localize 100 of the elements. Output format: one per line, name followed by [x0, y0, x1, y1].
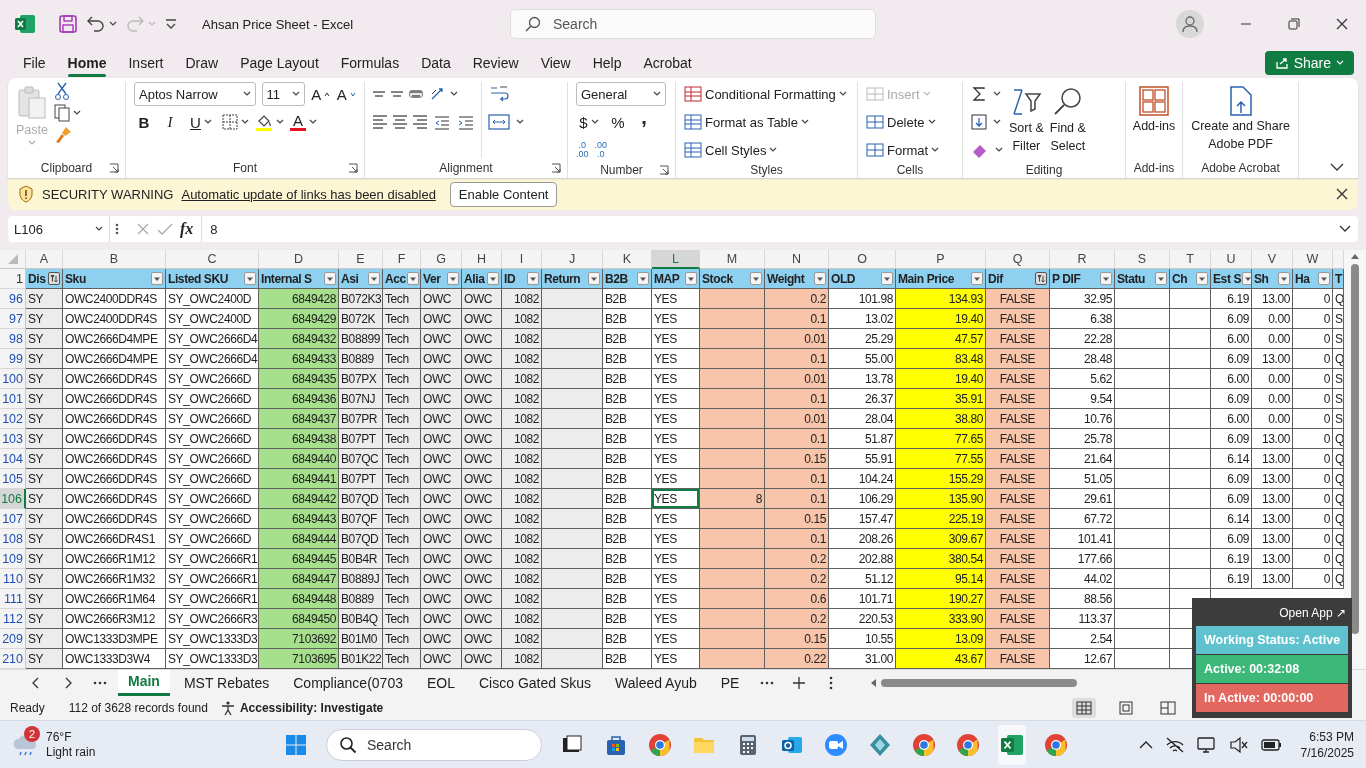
ribbon-tab[interactable]: Draw	[174, 49, 230, 77]
column-header[interactable]: B	[63, 250, 166, 269]
row-number[interactable]: 1	[0, 269, 26, 289]
taskbar-search[interactable]: Search	[326, 728, 542, 761]
column-header[interactable]: T	[1170, 250, 1211, 269]
ribbon-tab[interactable]: Help	[581, 49, 633, 77]
styles-button[interactable]: Format as Table	[684, 110, 849, 134]
row-number[interactable]: 108	[0, 529, 26, 549]
column-header[interactable]: Q	[986, 250, 1050, 269]
sheet-tab[interactable]: Main	[118, 669, 170, 696]
font-name-field[interactable]: Aptos Narrow	[134, 82, 256, 106]
sheet-tab[interactable]: Waleed Ayub	[605, 669, 707, 696]
row-number[interactable]: 107	[0, 509, 26, 529]
column-header[interactable]: G	[421, 250, 462, 269]
column-header[interactable]: C	[166, 250, 259, 269]
row-number[interactable]: 105	[0, 469, 26, 489]
decimal-button[interactable]: .0 .00	[576, 141, 589, 159]
cells-button[interactable]: Delete	[866, 110, 954, 134]
italic-button[interactable]: I	[160, 113, 180, 131]
sheet-tab[interactable]: Cisco Gated Skus	[469, 669, 602, 696]
formula-field[interactable]: 8	[201, 216, 1332, 242]
row-number[interactable]: 101	[0, 389, 26, 409]
table-cell: 5.62	[1050, 369, 1115, 389]
column-header[interactable]: S	[1115, 250, 1170, 269]
name-box[interactable]: L106	[8, 216, 110, 242]
open-app-link[interactable]: Open App ↗	[1279, 600, 1348, 626]
column-header[interactable]: D	[259, 250, 339, 269]
bold-button[interactable]: B	[134, 113, 154, 131]
decrease-font-button[interactable]: A	[336, 85, 356, 103]
column-header[interactable]: O	[829, 250, 896, 269]
column-header[interactable]: R	[1050, 250, 1115, 269]
row-number[interactable]: 110	[0, 569, 26, 589]
number-format-field[interactable]: General	[576, 82, 666, 106]
sort-filter-button[interactable]: Sort & Filter	[1009, 82, 1044, 162]
currency-button[interactable]: $	[576, 113, 602, 131]
column-header[interactable]: U	[1211, 250, 1252, 269]
find-select-button[interactable]: Find & Select	[1049, 82, 1086, 162]
column-header[interactable]: F	[383, 250, 421, 269]
ribbon-tab[interactable]: Data	[410, 49, 462, 77]
percent-button[interactable]: %	[608, 113, 628, 131]
add-ins-button[interactable]: Add-ins	[1132, 82, 1176, 158]
search-field[interactable]: Search	[510, 9, 876, 39]
ribbon-tab[interactable]: Review	[461, 49, 530, 77]
ribbon-tab[interactable]: File	[12, 49, 57, 77]
sheet-tab[interactable]: PE	[710, 669, 750, 696]
column-header[interactable]: I	[502, 250, 542, 269]
column-header[interactable]: E	[339, 250, 383, 269]
row-number[interactable]: 109	[0, 549, 26, 569]
row-number[interactable]: 210	[0, 649, 26, 669]
cells-button[interactable]: Format	[866, 138, 954, 162]
table-cell: Tech	[383, 489, 421, 509]
ribbon-tab[interactable]: Formulas	[329, 49, 411, 77]
warning-link[interactable]: Automatic update of links has been disabled	[181, 186, 436, 202]
ribbon-tab[interactable]: Acrobat	[632, 49, 703, 77]
column-header[interactable]: W	[1293, 250, 1333, 269]
row-number[interactable]: 111	[0, 589, 26, 609]
row-number[interactable]: 106	[0, 489, 26, 509]
column-header[interactable]: H	[462, 250, 502, 269]
row-number[interactable]: 104	[0, 449, 26, 469]
ribbon-tab[interactable]: Home	[56, 49, 118, 77]
column-header[interactable]: K	[603, 250, 652, 269]
column-header[interactable]: N	[765, 250, 829, 269]
ribbon-tab[interactable]: Page Layout	[229, 49, 330, 77]
increase-font-button[interactable]: A	[310, 85, 331, 103]
styles-button[interactable]: Cell Styles	[684, 138, 849, 162]
taskbar-clock[interactable]: 6:53 PM 7/16/2025	[1300, 728, 1354, 761]
column-header[interactable]: M	[700, 250, 765, 269]
decimal-button[interactable]: .00 .0	[594, 141, 608, 159]
column-header[interactable]: J	[542, 250, 603, 269]
share-button[interactable]: Share	[1264, 51, 1354, 75]
table-cell: SY_OWC1333D3	[166, 629, 259, 649]
row-number[interactable]: 102	[0, 409, 26, 429]
column-header[interactable]: P	[896, 250, 986, 269]
column-header[interactable]: A	[26, 250, 63, 269]
font-size-field[interactable]: 11	[261, 82, 305, 106]
enable-content-button[interactable]: Enable Content	[449, 181, 558, 207]
column-header[interactable]: V	[1252, 250, 1293, 269]
insert-function-button[interactable]: fx	[180, 220, 194, 238]
table-cell: 0.01	[765, 369, 829, 389]
sheet-tab[interactable]: Compliance(0703	[283, 669, 413, 696]
ribbon-tab[interactable]: Insert	[117, 49, 175, 77]
ribbon-tab[interactable]: View	[529, 49, 582, 77]
create-pdf-button[interactable]: Create and Share Adobe PDF	[1191, 82, 1290, 158]
row-number[interactable]: 97	[0, 309, 26, 329]
row-number[interactable]: 99	[0, 349, 26, 369]
underline-button[interactable]: U	[186, 113, 216, 131]
row-number[interactable]: 96	[0, 289, 26, 309]
styles-button[interactable]: Conditional Formatting	[684, 82, 849, 106]
sheet-tab[interactable]: EOL	[416, 669, 465, 696]
row-number[interactable]: 209	[0, 629, 26, 649]
row-number[interactable]: 103	[0, 429, 26, 449]
row-number[interactable]: 100	[0, 369, 26, 389]
comma-button[interactable]: ,	[634, 112, 654, 132]
row-number[interactable]: 98	[0, 329, 26, 349]
accessibility-button[interactable]: Accessibility: Investigate	[219, 699, 384, 716]
font-color-button[interactable]: A	[290, 113, 317, 131]
table-cell: 6.09	[1211, 309, 1252, 329]
sheet-tab[interactable]: MST Rebates	[173, 669, 280, 696]
column-header[interactable]: L	[652, 250, 700, 269]
row-number[interactable]: 112	[0, 609, 26, 629]
